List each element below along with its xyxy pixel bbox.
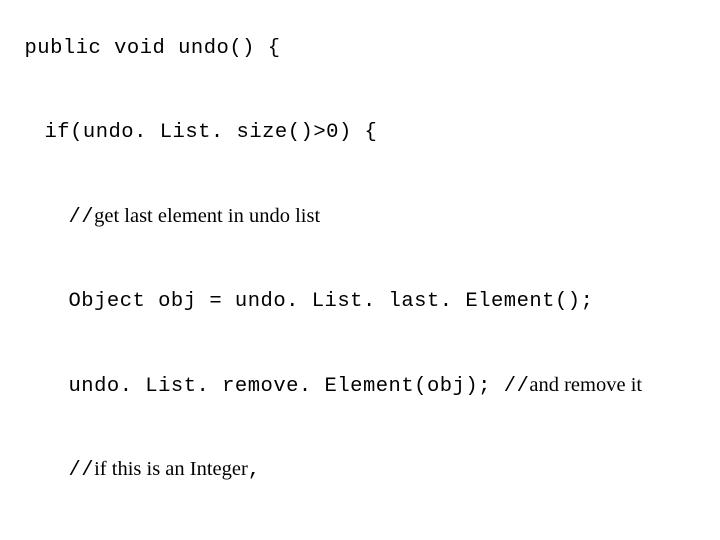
code-line: public void undo() {: [4, 16, 716, 80]
code-line: //if this is an Integer,: [4, 439, 716, 503]
comment-text: if this is an Integer: [94, 458, 248, 480]
comment-slash: //: [69, 459, 95, 482]
code-text: ,: [248, 459, 261, 482]
code-line: //get last element in undo list: [4, 185, 716, 249]
code-text: if(undo. List. size()>0) {: [45, 121, 378, 144]
comment-slash: //: [69, 206, 95, 229]
comment-text: and remove it: [529, 374, 642, 396]
code-text: undo. List. remove. Element(obj); //: [69, 375, 530, 398]
code-slide: public void undo() { if(undo. List. size…: [0, 0, 720, 540]
comment-text: get last element in undo list: [94, 205, 320, 227]
code-line: undo. List. remove. Element(obj); //and …: [4, 354, 716, 418]
code-line: if(undo. List. size()>0) {: [4, 101, 716, 165]
code-text: public void undo() {: [25, 37, 281, 60]
code-text: Object obj = undo. List. last. Element()…: [69, 290, 594, 313]
code-line: //the last action was a new rectangle: [4, 523, 716, 540]
code-line: Object obj = undo. List. last. Element()…: [4, 270, 716, 334]
